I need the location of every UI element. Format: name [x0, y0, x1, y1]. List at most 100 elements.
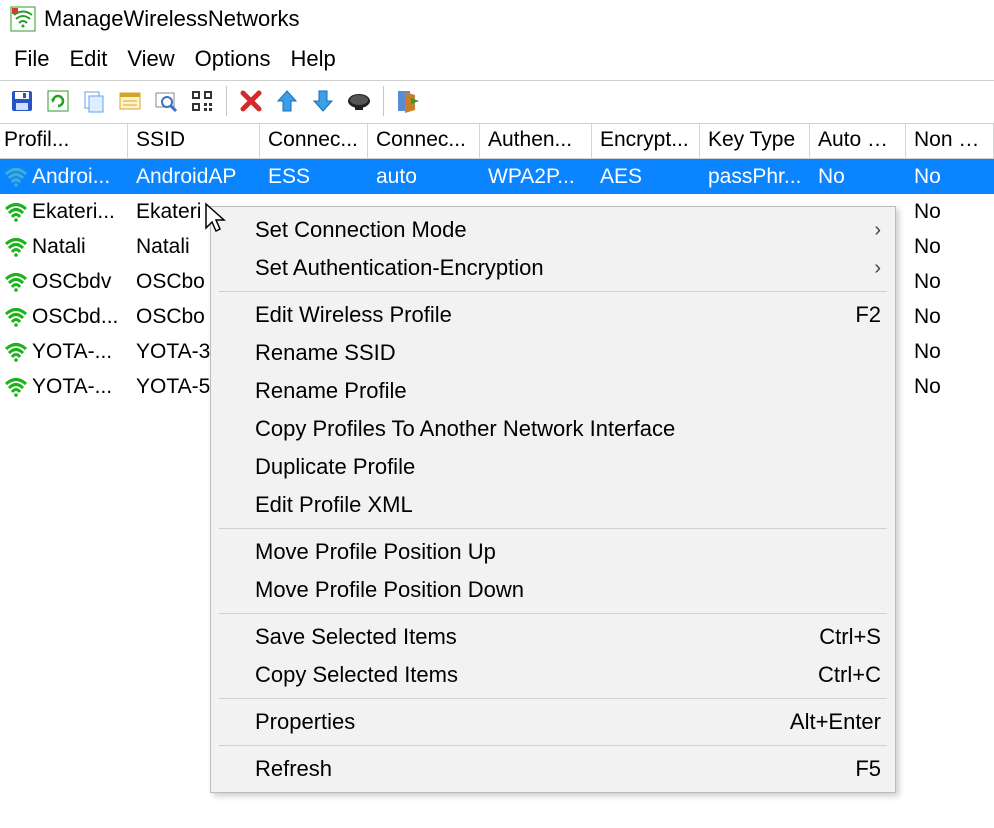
wifi-icon	[4, 237, 28, 257]
ctx-set-connection-mode[interactable]: Set Connection Mode ›	[211, 211, 895, 249]
save-icon[interactable]	[6, 85, 38, 117]
wifi-icon	[4, 272, 28, 292]
ctx-label: Copy Profiles To Another Network Interfa…	[255, 416, 675, 442]
ctx-label: Edit Wireless Profile	[255, 302, 452, 328]
interface-icon[interactable]	[343, 85, 375, 117]
ctx-shortcut: Ctrl+S	[819, 624, 881, 650]
ctx-shortcut: Ctrl+C	[818, 662, 881, 688]
delete-icon[interactable]	[235, 85, 267, 117]
menubar: File Edit View Options Help	[0, 36, 994, 80]
ctx-copy-selected[interactable]: Copy Selected Items Ctrl+C	[211, 656, 895, 694]
ctx-move-up[interactable]: Move Profile Position Up	[211, 533, 895, 571]
col-connection-type[interactable]: Connec...	[260, 124, 368, 158]
ctx-separator	[219, 291, 887, 292]
wifi-icon	[4, 307, 28, 327]
ctx-separator	[219, 613, 887, 614]
ctx-shortcut: F2	[855, 302, 881, 328]
ctx-set-auth-encryption[interactable]: Set Authentication-Encryption ›	[211, 249, 895, 287]
ctx-shortcut: Alt+Enter	[790, 709, 881, 735]
refresh-icon[interactable]	[42, 85, 74, 117]
col-ssid[interactable]: SSID	[128, 124, 260, 158]
cell-profile: Ekateri...	[32, 200, 115, 224]
col-connection-mode[interactable]: Connec...	[368, 124, 480, 158]
ctx-separator	[219, 745, 887, 746]
ctx-refresh[interactable]: Refresh F5	[211, 750, 895, 788]
cell-non-broadcast: No	[906, 233, 994, 261]
ctx-edit-wireless-profile[interactable]: Edit Wireless Profile F2	[211, 296, 895, 334]
ctx-duplicate-profile[interactable]: Duplicate Profile	[211, 448, 895, 486]
move-down-icon[interactable]	[307, 85, 339, 117]
chevron-right-icon: ›	[874, 219, 881, 242]
titlebar: ManageWirelessNetworks	[0, 0, 994, 36]
menu-view[interactable]: View	[119, 44, 182, 74]
chevron-right-icon: ›	[874, 257, 881, 280]
table-row[interactable]: Androi... AndroidAPESSautoWPA2P...AESpass…	[0, 159, 994, 194]
move-up-icon[interactable]	[271, 85, 303, 117]
col-auto-switch[interactable]: Auto S...	[810, 124, 906, 158]
col-non-broadcast[interactable]: Non B...	[906, 124, 994, 158]
cell-non-broadcast: No	[906, 268, 994, 296]
cell-ssid: AndroidAP	[128, 163, 260, 191]
cell-non-broadcast: No	[906, 373, 994, 401]
ctx-separator	[219, 698, 887, 699]
col-encryption[interactable]: Encrypt...	[592, 124, 700, 158]
cell-authentication: WPA2P...	[480, 163, 592, 191]
col-key-type[interactable]: Key Type	[700, 124, 810, 158]
cell-non-broadcast: No	[906, 163, 994, 191]
cell-encryption: AES	[592, 163, 700, 191]
ctx-label: Set Connection Mode	[255, 217, 467, 243]
ctx-label: Move Profile Position Up	[255, 539, 496, 565]
window-title: ManageWirelessNetworks	[44, 6, 300, 32]
ctx-move-down[interactable]: Move Profile Position Down	[211, 571, 895, 609]
cell-connection-type: ESS	[260, 163, 368, 191]
copy-icon[interactable]	[78, 85, 110, 117]
col-authentication[interactable]: Authen...	[480, 124, 592, 158]
ctx-label: Duplicate Profile	[255, 454, 415, 480]
ctx-label: Copy Selected Items	[255, 662, 458, 688]
ctx-separator	[219, 528, 887, 529]
cell-profile: OSCbdv	[32, 270, 111, 294]
properties-icon[interactable]	[114, 85, 146, 117]
menu-file[interactable]: File	[6, 44, 57, 74]
cell-non-broadcast: No	[906, 198, 994, 226]
context-menu: Set Connection Mode › Set Authentication…	[210, 206, 896, 793]
cell-profile: YOTA-...	[32, 340, 112, 364]
ctx-label: Rename Profile	[255, 378, 407, 404]
ctx-label: Rename SSID	[255, 340, 396, 366]
exit-icon[interactable]	[392, 85, 424, 117]
wifi-icon	[4, 202, 28, 222]
ctx-rename-ssid[interactable]: Rename SSID	[211, 334, 895, 372]
cell-non-broadcast: No	[906, 303, 994, 331]
cell-auto-switch: No	[810, 163, 906, 191]
cell-connection-mode: auto	[368, 163, 480, 191]
toolbar-separator	[383, 86, 384, 116]
col-profile[interactable]: Profil...	[0, 124, 128, 158]
menu-help[interactable]: Help	[283, 44, 344, 74]
ctx-shortcut: F5	[855, 756, 881, 782]
wifi-icon	[4, 167, 28, 187]
qr-icon[interactable]	[186, 85, 218, 117]
ctx-label: Move Profile Position Down	[255, 577, 524, 603]
cell-key-type: passPhr...	[700, 163, 810, 191]
wifi-icon	[4, 342, 28, 362]
menu-edit[interactable]: Edit	[61, 44, 115, 74]
grid-header: Profil... SSID Connec... Connec... Authe…	[0, 124, 994, 159]
cell-profile: YOTA-...	[32, 375, 112, 399]
cell-profile: Natali	[32, 235, 86, 259]
cell-non-broadcast: No	[906, 338, 994, 366]
ctx-edit-profile-xml[interactable]: Edit Profile XML	[211, 486, 895, 524]
app-icon	[10, 6, 36, 32]
ctx-label: Refresh	[255, 756, 332, 782]
toolbar	[0, 80, 994, 124]
cell-profile: Androi...	[32, 165, 110, 189]
ctx-label: Set Authentication-Encryption	[255, 255, 544, 281]
ctx-label: Save Selected Items	[255, 624, 457, 650]
ctx-rename-profile[interactable]: Rename Profile	[211, 372, 895, 410]
ctx-save-selected[interactable]: Save Selected Items Ctrl+S	[211, 618, 895, 656]
cell-profile: OSCbd...	[32, 305, 118, 329]
find-icon[interactable]	[150, 85, 182, 117]
menu-options[interactable]: Options	[187, 44, 279, 74]
wifi-icon	[4, 377, 28, 397]
ctx-properties[interactable]: Properties Alt+Enter	[211, 703, 895, 741]
ctx-copy-to-interface[interactable]: Copy Profiles To Another Network Interfa…	[211, 410, 895, 448]
